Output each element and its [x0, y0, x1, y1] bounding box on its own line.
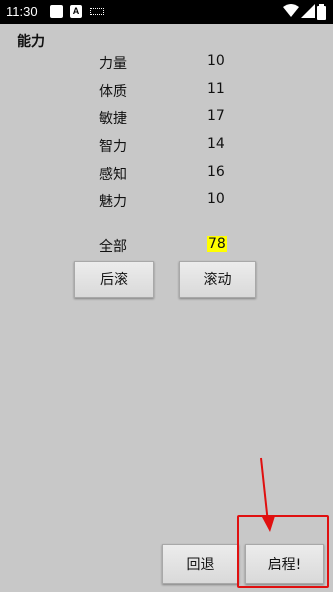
- status-bar: 11:30 A: [0, 0, 333, 24]
- notification-icon: [50, 5, 63, 18]
- app-icon: A: [70, 5, 82, 18]
- battery-icon: [317, 4, 326, 20]
- stat-value: 14: [207, 136, 225, 152]
- wifi-icon: [283, 4, 299, 21]
- status-time: 11:30: [6, 4, 38, 19]
- stat-value: 16: [207, 164, 225, 180]
- stat-row-charisma: 魅力 10: [0, 191, 333, 211]
- annotation-highlight-box: [237, 515, 329, 588]
- stat-row-dexterity: 敏捷 17: [0, 108, 333, 128]
- go-back-button[interactable]: 回退: [162, 544, 239, 584]
- total-label: 全部: [99, 239, 127, 255]
- keyboard-icon: [90, 8, 104, 15]
- stat-label: 感知: [99, 167, 127, 183]
- stat-label: 魅力: [99, 194, 127, 210]
- stat-row-intelligence: 智力 14: [0, 136, 333, 156]
- stat-row-constitution: 体质 11: [0, 81, 333, 101]
- stat-value: 17: [207, 108, 225, 124]
- stat-label: 体质: [99, 84, 127, 100]
- stat-label: 力量: [99, 56, 127, 72]
- stat-row-wisdom: 感知 16: [0, 164, 333, 184]
- total-value: 78: [207, 236, 227, 252]
- stat-value: 10: [207, 191, 225, 207]
- stat-value: 10: [207, 53, 225, 69]
- back-roll-button[interactable]: 后滚: [74, 261, 154, 298]
- total-row: 全部 78: [0, 236, 333, 256]
- stat-label: 敏捷: [99, 111, 127, 127]
- roll-button[interactable]: 滚动: [179, 261, 256, 298]
- stat-value: 11: [207, 81, 225, 97]
- signal-icon: [301, 4, 315, 21]
- stat-row-strength: 力量 10: [0, 53, 333, 73]
- stat-label: 智力: [99, 139, 127, 155]
- section-title: 能力: [17, 34, 45, 50]
